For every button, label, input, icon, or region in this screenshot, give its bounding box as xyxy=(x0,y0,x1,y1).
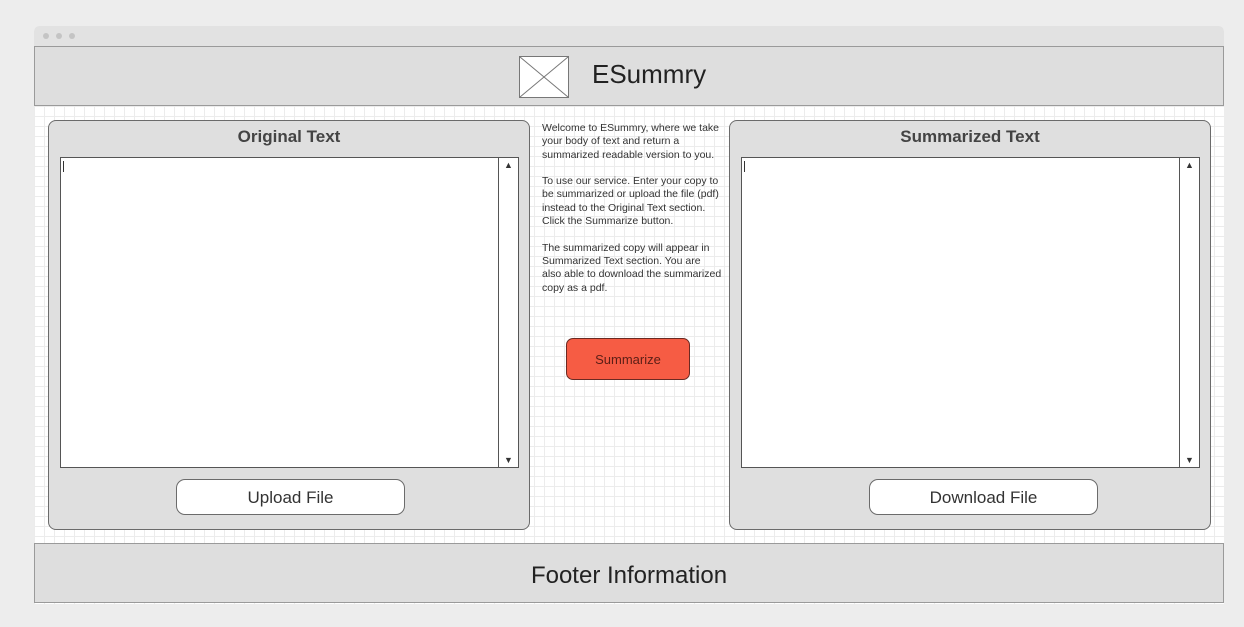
scroll-up-arrow-icon[interactable]: ▲ xyxy=(1180,160,1199,170)
original-text-panel: Original Text ▲ ▼ Upload File xyxy=(48,120,530,530)
summarized-text-output[interactable]: ▲ ▼ xyxy=(741,157,1200,468)
scroll-down-arrow-icon[interactable]: ▼ xyxy=(1180,455,1199,465)
original-text-title: Original Text xyxy=(237,127,341,146)
upload-file-button[interactable]: Upload File xyxy=(176,479,405,515)
instructions-paragraph: The summarized copy will appear in Summa… xyxy=(542,241,722,294)
instructions-paragraph: Welcome to ESummry, where we take your b… xyxy=(542,122,720,161)
page-footer: Footer Information xyxy=(34,543,1224,603)
instructions-paragraph: To use our service. Enter your copy to b… xyxy=(542,175,719,228)
original-text-scrollbar[interactable]: ▲ ▼ xyxy=(498,158,518,467)
instructions-text: Welcome to ESummry, where we take your b… xyxy=(542,122,722,308)
footer-text: Footer Information xyxy=(530,562,728,589)
browser-window: ESummry Original Text ▲ ▼ Upload File We… xyxy=(34,26,1224,604)
image-placeholder-icon xyxy=(519,56,569,98)
text-caret xyxy=(63,161,64,172)
scroll-down-arrow-icon[interactable]: ▼ xyxy=(499,455,518,465)
text-caret xyxy=(744,161,745,172)
window-control-dot[interactable] xyxy=(43,33,49,39)
window-control-dot[interactable] xyxy=(69,33,75,39)
summarized-text-panel: Summarized Text ▲ ▼ Download File xyxy=(729,120,1211,530)
download-file-button[interactable]: Download File xyxy=(869,479,1098,515)
window-control-dot[interactable] xyxy=(56,33,62,39)
original-text-input[interactable]: ▲ ▼ xyxy=(60,157,519,468)
app-title: ESummry xyxy=(592,59,707,89)
window-titlebar xyxy=(34,26,1224,46)
summarized-text-scrollbar[interactable]: ▲ ▼ xyxy=(1179,158,1199,467)
scroll-up-arrow-icon[interactable]: ▲ xyxy=(499,160,518,170)
summarized-text-title: Summarized Text xyxy=(900,127,1040,146)
summarize-button[interactable]: Summarize xyxy=(566,338,690,380)
page-canvas: ESummry Original Text ▲ ▼ Upload File We… xyxy=(34,46,1224,604)
page-header: ESummry xyxy=(34,46,1224,106)
